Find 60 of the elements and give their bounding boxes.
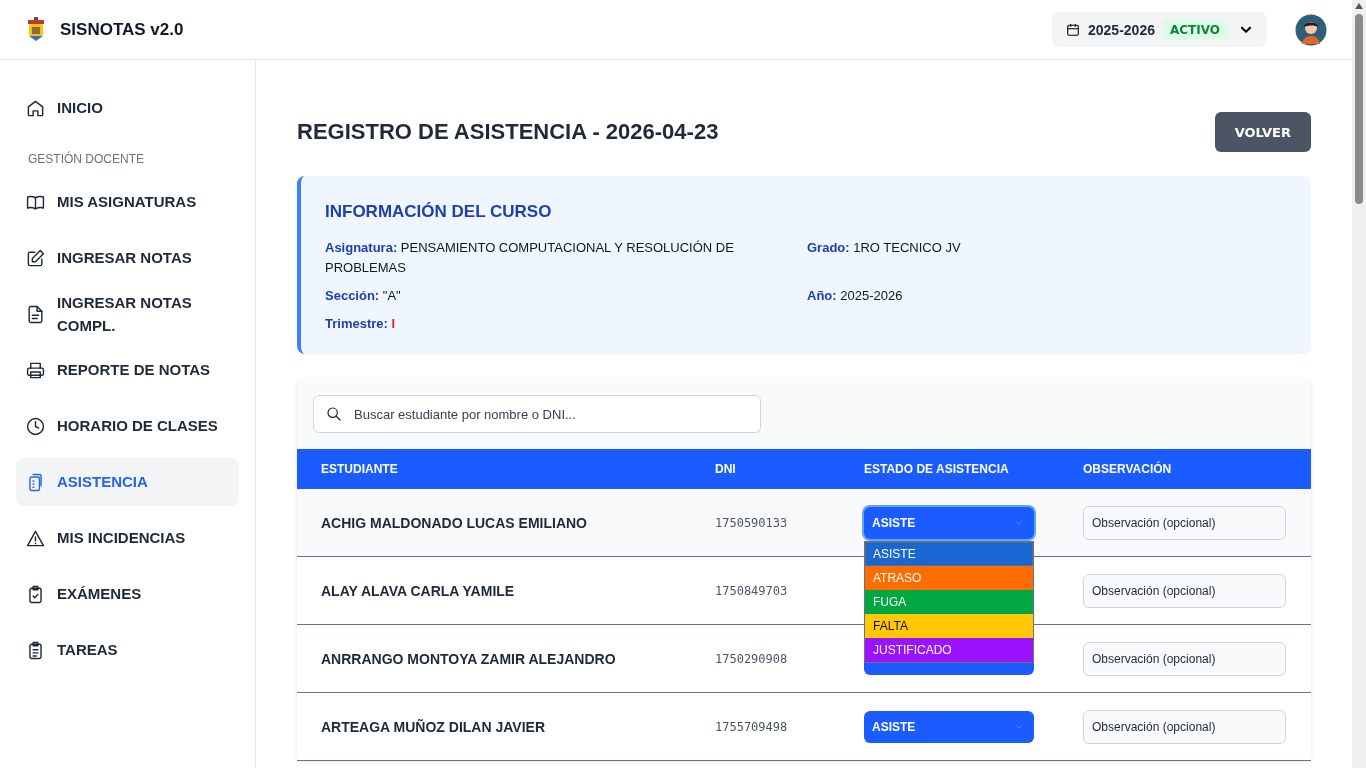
- warning-icon: [26, 528, 45, 548]
- clipboard-list-icon: [26, 640, 45, 660]
- info-field: Trimestre: I: [325, 314, 807, 334]
- info-field: Año: 2025-2026: [807, 286, 1287, 306]
- info-field: Grado: 1RO TECNICO JV: [807, 238, 1287, 278]
- app-title: SISNOTAS v2.0: [60, 19, 184, 40]
- page-title: REGISTRO DE ASISTENCIA - 2026-04-23: [297, 119, 719, 145]
- edit-icon: [26, 248, 45, 268]
- dni-cell-text: 1750590133: [714, 515, 789, 530]
- dni-cell-text: 1750849703: [714, 583, 789, 598]
- observation-field[interactable]: Observación (opcional): [1083, 505, 1286, 540]
- status-select[interactable]: ASISTE: [864, 710, 1034, 743]
- dni-cell-text: 1750290908: [714, 651, 789, 666]
- document-icon: [26, 304, 45, 324]
- status-badge: ACTIVO: [1162, 19, 1227, 40]
- clipboard-check-icon: [26, 584, 45, 604]
- school-crest-logo: [26, 16, 46, 43]
- section-label: GESTIÓN DOCENTE: [27, 150, 145, 168]
- year-selector[interactable]: 2025-2026 ACTIVO: [1052, 12, 1267, 47]
- student-name: ACHIG MALDONADO LUCAS EMILIANO: [320, 514, 588, 531]
- column-header: OBSERVACIÓN: [1082, 462, 1173, 476]
- student-name: ANRRANGO MONTOYA ZAMIR ALEJANDRO: [320, 650, 617, 667]
- search-field[interactable]: Buscar estudiante por nombre o DNI...: [313, 395, 761, 433]
- calendar-icon: [1066, 22, 1080, 37]
- clipboard-icon: [26, 472, 45, 492]
- dropdown-option[interactable]: ASISTE: [865, 541, 1033, 566]
- column-header: ESTUDIANTE: [320, 462, 399, 476]
- info-field: Sección: "A": [325, 286, 807, 306]
- user-avatar[interactable]: [1295, 13, 1327, 46]
- scrollbar[interactable]: [1352, 0, 1366, 768]
- clock-icon: [26, 416, 45, 436]
- info-field: Asignatura: PENSAMIENTO COMPUTACIONAL Y RESOLUCIÓN DE PROBLEMAS: [325, 238, 807, 278]
- sidebar-item[interactable]: REPORTE DE NOTAS: [16, 346, 239, 394]
- column-header: DNI: [714, 462, 737, 476]
- dni-cell-text: 1755709498: [714, 719, 789, 734]
- sidebar-item[interactable]: EXÁMENES: [16, 570, 239, 618]
- observation-field[interactable]: Observación (opcional): [1083, 573, 1286, 608]
- status-select[interactable]: ASISTE: [864, 506, 1034, 539]
- student-name: ARTEAGA MUÑOZ DILAN JAVIER: [320, 718, 546, 735]
- scroll-thumb[interactable]: [1355, 14, 1363, 204]
- back-button[interactable]: VOLVER: [1214, 112, 1311, 152]
- sidebar-item[interactable]: HORARIO DE CLASES: [16, 402, 239, 450]
- observation-field[interactable]: Observación (opcional): [1083, 709, 1286, 744]
- sidebar-item[interactable]: INICIO: [16, 84, 239, 132]
- dropdown-option[interactable]: FALTA: [865, 613, 1033, 638]
- sidebar-item[interactable]: INGRESAR NOTAS COMPL.: [16, 290, 239, 338]
- sidebar-item[interactable]: ASISTENCIA: [16, 458, 239, 506]
- printer-icon: [26, 360, 45, 380]
- sidebar-item[interactable]: TAREAS: [16, 626, 239, 674]
- home-icon: [26, 98, 45, 118]
- section-title: INFORMACIÓN DEL CURSO: [325, 202, 553, 222]
- sidebar-item[interactable]: MIS ASIGNATURAS: [16, 178, 239, 226]
- observation-field[interactable]: Observación (opcional): [1083, 641, 1286, 676]
- sidebar-item[interactable]: MIS INCIDENCIAS: [16, 514, 239, 562]
- sidebar-item[interactable]: INGRESAR NOTAS: [16, 234, 239, 282]
- year-label: 2025-2026: [1088, 21, 1155, 38]
- scroll-up-icon[interactable]: [1355, 2, 1363, 10]
- dropdown-option[interactable]: JUSTIFICADO: [865, 637, 1033, 662]
- column-header: ESTADO DE ASISTENCIA: [863, 462, 1010, 476]
- student-name: ALAY ALAVA CARLA YAMILE: [320, 582, 516, 599]
